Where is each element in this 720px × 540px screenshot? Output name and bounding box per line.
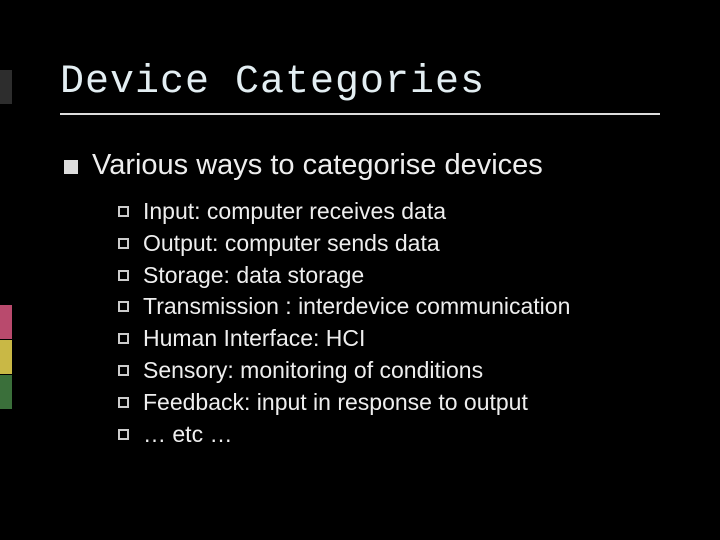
bullet-level2-text: … etc … <box>143 419 232 450</box>
slide-title: Device Categories <box>60 60 660 105</box>
bullet-level2: Feedback: input in response to output <box>118 387 660 418</box>
hollow-square-bullet-icon <box>118 397 129 408</box>
bullet-level2-text: Transmission : interdevice communication <box>143 291 570 322</box>
bullet-level2: … etc … <box>118 419 660 450</box>
bullet-level2-text: Storage: data storage <box>143 260 364 291</box>
edge-accent-tab <box>0 70 12 104</box>
bullet-level2: Transmission : interdevice communication <box>118 291 660 322</box>
hollow-square-bullet-icon <box>118 270 129 281</box>
hollow-square-bullet-icon <box>118 238 129 249</box>
bullet-level2: Storage: data storage <box>118 260 660 291</box>
hollow-square-bullet-icon <box>118 429 129 440</box>
hollow-square-bullet-icon <box>118 206 129 217</box>
bullet-level1: Various ways to categorise devices <box>64 149 660 182</box>
hollow-square-bullet-icon <box>118 365 129 376</box>
hollow-square-bullet-icon <box>118 301 129 312</box>
bullet-level2: Output: computer sends data <box>118 228 660 259</box>
hollow-square-bullet-icon <box>118 333 129 344</box>
title-underline <box>60 113 660 115</box>
bullet-level1-text: Various ways to categorise devices <box>92 149 543 182</box>
edge-accent-tab <box>0 375 12 409</box>
bullet-level2-list: Input: computer receives data Output: co… <box>118 196 660 450</box>
bullet-level2: Sensory: monitoring of conditions <box>118 355 660 386</box>
edge-accent-tab <box>0 340 12 374</box>
bullet-level2-text: Output: computer sends data <box>143 228 440 259</box>
bullet-level2: Human Interface: HCI <box>118 323 660 354</box>
bullet-level2-text: Sensory: monitoring of conditions <box>143 355 483 386</box>
bullet-level2-text: Input: computer receives data <box>143 196 446 227</box>
bullet-level2-text: Feedback: input in response to output <box>143 387 528 418</box>
bullet-level2-text: Human Interface: HCI <box>143 323 365 354</box>
bullet-level2: Input: computer receives data <box>118 196 660 227</box>
square-bullet-icon <box>64 160 78 174</box>
slide: Device Categories Various ways to catego… <box>0 0 720 540</box>
edge-accent-tab <box>0 305 12 339</box>
